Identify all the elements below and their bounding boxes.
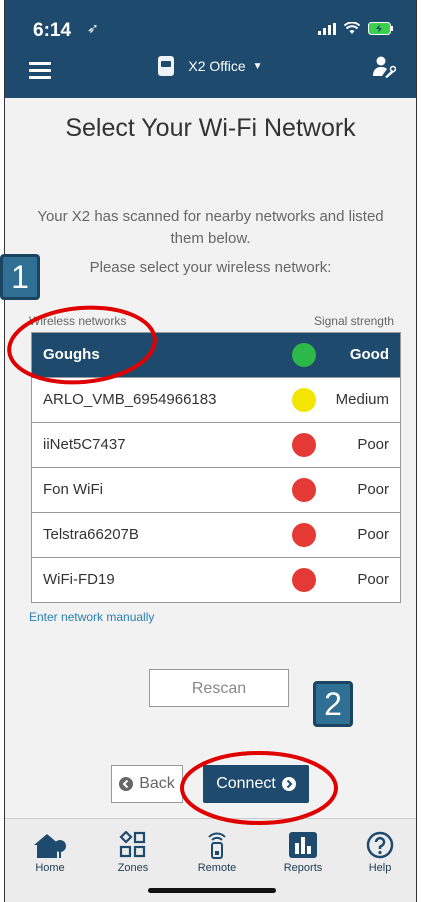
- network-row[interactable]: Telstra66207B Poor: [32, 513, 400, 558]
- device-title: X2 Office: [188, 58, 246, 74]
- select-prompt: Please select your wireless network:: [89, 259, 332, 276]
- zones-icon: [119, 831, 146, 858]
- signal-strength-label: Good: [349, 346, 389, 363]
- signal-strength-label: Poor: [357, 436, 389, 453]
- annotation-badge-1: 1: [0, 254, 40, 300]
- tab-reports-label: Reports: [283, 862, 323, 874]
- tab-home[interactable]: Home: [10, 831, 90, 874]
- battery-icon: [368, 22, 393, 35]
- tab-help-label: Help: [368, 862, 392, 874]
- location-arrow-icon: ➶: [87, 20, 99, 36]
- status-icons: [318, 22, 394, 35]
- app-header: 6:14 ➶ X2 Office ▼: [5, 0, 416, 98]
- network-row[interactable]: Fon WiFi Poor: [32, 468, 400, 513]
- col-wireless-networks: Wireless networks: [29, 314, 127, 328]
- network-name: Telstra66207B: [43, 526, 139, 543]
- remote-icon: [208, 832, 226, 859]
- network-row[interactable]: ARLO_VMB_6954966183 Medium: [32, 378, 400, 423]
- tab-zones-label: Zones: [117, 862, 149, 874]
- connect-button[interactable]: Connect: [203, 765, 309, 803]
- network-name: Goughs: [43, 346, 100, 363]
- col-signal-strength: Signal strength: [313, 314, 394, 328]
- chevron-left-circle-icon: [119, 777, 134, 791]
- signal-strength-label: Poor: [357, 571, 389, 588]
- scan-description: Your X2 has scanned for nearby networks …: [37, 208, 384, 247]
- installer-settings-icon[interactable]: [372, 56, 396, 78]
- tab-zones[interactable]: Zones: [93, 831, 173, 874]
- caret-down-icon: ▼: [252, 60, 263, 72]
- tab-home-label: Home: [35, 862, 65, 874]
- tab-remote[interactable]: Remote: [177, 831, 257, 874]
- help-icon: [366, 831, 394, 859]
- home-indicator: [148, 888, 276, 893]
- home-icon: [34, 834, 66, 858]
- network-row[interactable]: WiFi-FD19 Poor: [32, 558, 400, 602]
- app-frame: 6:14 ➶ X2 Office ▼ Select Your Wi-Fi Net…: [4, 0, 417, 902]
- chevron-right-circle-icon: [281, 777, 296, 791]
- wifi-icon: [344, 22, 360, 34]
- enter-network-manually-link[interactable]: Enter network manually: [29, 610, 154, 624]
- cellular-signal-icon: [318, 22, 336, 35]
- network-name: WiFi-FD19: [43, 571, 115, 588]
- signal-strength-label: Poor: [357, 526, 389, 543]
- signal-dot-icon: [292, 388, 316, 412]
- signal-dot-icon: [292, 343, 316, 367]
- annotation-badge-2: 2: [313, 681, 353, 727]
- status-time: 6:14: [33, 20, 72, 41]
- page-title: Select Your Wi-Fi Network: [65, 114, 356, 142]
- network-name: Fon WiFi: [43, 481, 103, 498]
- network-row[interactable]: iiNet5C7437 Poor: [32, 423, 400, 468]
- signal-dot-icon: [292, 478, 316, 502]
- reports-icon: [289, 832, 317, 858]
- network-list-header: Wireless networks Signal strength: [29, 314, 394, 328]
- signal-strength-label: Medium: [335, 391, 389, 408]
- tab-help[interactable]: Help: [340, 831, 416, 874]
- rescan-button[interactable]: Rescan: [149, 669, 289, 707]
- signal-strength-label: Poor: [357, 481, 389, 498]
- network-name: iiNet5C7437: [43, 436, 126, 453]
- tab-remote-label: Remote: [197, 862, 237, 874]
- back-label: Back: [139, 775, 175, 792]
- signal-dot-icon: [292, 433, 316, 457]
- back-button[interactable]: Back: [111, 765, 183, 803]
- tab-reports[interactable]: Reports: [263, 831, 343, 874]
- network-row[interactable]: Goughs Good: [32, 333, 400, 378]
- signal-dot-icon: [292, 523, 316, 547]
- network-name: ARLO_VMB_6954966183: [43, 391, 217, 408]
- device-selector[interactable]: X2 Office ▼: [5, 56, 416, 76]
- connect-label: Connect: [216, 775, 276, 792]
- signal-dot-icon: [292, 568, 316, 592]
- thermostat-device-icon: [158, 56, 175, 76]
- network-list: Goughs Good ARLO_VMB_6954966183 Medium i…: [31, 332, 401, 603]
